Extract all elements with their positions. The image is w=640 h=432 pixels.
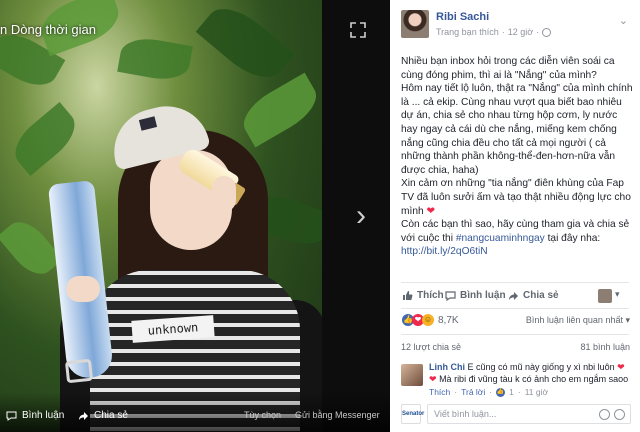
post-link[interactable]: http://bit.ly/2qO6tiN bbox=[401, 246, 488, 257]
comment-input[interactable]: Viết bình luận... bbox=[427, 404, 631, 424]
like-button[interactable]: Thích bbox=[402, 290, 444, 301]
globe-icon bbox=[542, 27, 552, 37]
comment-sort-dropdown[interactable]: Bình luận liên quan nhất ▾ bbox=[526, 315, 630, 326]
hand bbox=[212, 176, 236, 212]
leaf bbox=[235, 72, 322, 148]
comment-button[interactable]: Bình luận bbox=[445, 290, 506, 301]
comment-icon bbox=[445, 290, 456, 301]
comment-item: Linh Chi E cũng có mũ này giống y xì nbi… bbox=[401, 362, 631, 398]
comment-reply-link[interactable]: Trả lời bbox=[461, 387, 485, 397]
page-avatar[interactable] bbox=[598, 289, 612, 303]
post-sidebar: Ribi Sachi Trang bạn thích · 12 giờ · ⌄ … bbox=[390, 0, 640, 432]
viewer-options-label: Tùy chọn bbox=[244, 410, 282, 420]
camera-icon[interactable] bbox=[614, 409, 625, 420]
comment-body: E cũng có mũ này giống y xì nbi luôn bbox=[467, 362, 615, 372]
send-messenger-button[interactable]: Gửi bằng Messenger bbox=[295, 410, 380, 420]
post-paragraph: Nhiều bạn inbox hỏi trong các diễn viên … bbox=[401, 56, 615, 81]
comment-icon bbox=[6, 411, 17, 421]
meta-separator: · bbox=[517, 387, 521, 397]
meta-page: Trang bạn thích bbox=[436, 27, 499, 37]
comment-composer: Senator Viết bình luận... bbox=[401, 402, 631, 426]
like-label: Thích bbox=[417, 290, 444, 301]
post-paragraph: Xin cảm ơn những "tia nắng" điên khùng c… bbox=[401, 177, 633, 218]
viewer-comment-button[interactable]: Bình luận bbox=[6, 410, 64, 421]
heart-icon: ❤ bbox=[617, 362, 625, 372]
share-label: Chia sẻ bbox=[523, 290, 559, 301]
viewer-share-label: Chia sẻ bbox=[94, 410, 128, 421]
like-reaction-icon: 👍 bbox=[496, 387, 506, 397]
share-icon bbox=[79, 411, 88, 420]
photo-viewer: unknown n Dòng thời gian › Bình luận Chi… bbox=[0, 0, 390, 432]
author-name[interactable]: Ribi Sachi bbox=[436, 11, 489, 23]
thumbs-up-icon bbox=[403, 291, 413, 300]
emoji-icon[interactable] bbox=[599, 409, 610, 420]
viewer-comment-label: Bình luận bbox=[22, 410, 65, 421]
author-avatar[interactable] bbox=[401, 10, 429, 38]
divider bbox=[401, 334, 629, 335]
post-header: Ribi Sachi Trang bạn thích · 12 giờ · ⌄ bbox=[390, 0, 640, 42]
share-count[interactable]: 12 lượt chia sẻ bbox=[401, 342, 461, 352]
comment-body: Mà ribi đi vũng tàu k có ảnh cho em ngắm… bbox=[439, 373, 629, 384]
hashtag-link[interactable]: #nangcuaminhngay bbox=[456, 233, 545, 244]
engagement-counts: 12 lượt chia sẻ 81 bình luận bbox=[390, 342, 640, 356]
comment-sort-label: Bình luận liên quan nhất bbox=[525, 315, 623, 325]
divider bbox=[401, 282, 629, 283]
post-paragraph-text: Xin cảm ơn những "tia nắng" điên khùng c… bbox=[401, 178, 631, 217]
viewer-toolbar: Bình luận Chia sẻ Tùy chọn Gửi bằng Mess… bbox=[0, 392, 390, 432]
current-user-avatar: Senator bbox=[401, 404, 424, 424]
composer-icons bbox=[599, 409, 625, 420]
comment-count[interactable]: 81 bình luận bbox=[580, 342, 630, 352]
meta-separator: · bbox=[454, 387, 458, 397]
post-time[interactable]: 12 giờ bbox=[508, 27, 533, 37]
haha-reaction-icon[interactable]: ☺ bbox=[422, 314, 434, 326]
post-actions: Thích Bình luận Chia sẻ ▾ bbox=[390, 286, 640, 306]
post-paragraph: http://bit.ly/2qO6tiN bbox=[401, 245, 633, 259]
divider bbox=[401, 308, 629, 309]
leaf bbox=[195, 0, 295, 90]
post-text: Nhiều bạn inbox hỏi trong các diễn viên … bbox=[401, 55, 633, 259]
comment-like-link[interactable]: Thích bbox=[429, 387, 450, 397]
comment-like-count[interactable]: 1 bbox=[509, 387, 514, 397]
leaf bbox=[5, 101, 85, 177]
umbrella-handle bbox=[64, 358, 94, 384]
viewer-share-button[interactable]: Chia sẻ bbox=[78, 410, 128, 421]
share-button[interactable]: Chia sẻ bbox=[508, 290, 559, 301]
post-paragraph: Hôm nay tiết lộ luôn, thật ra "Nắng" của… bbox=[401, 83, 633, 176]
comment-text: Linh Chi E cũng có mũ này giống y xì nbi… bbox=[429, 362, 631, 385]
post-meta: Trang bạn thích · 12 giờ · bbox=[436, 27, 552, 37]
heart-icon: ❤ bbox=[426, 205, 436, 217]
send-messenger-label: Gửi bằng Messenger bbox=[295, 410, 380, 420]
chevron-down-icon[interactable]: ⌄ bbox=[619, 14, 628, 27]
next-photo-arrow[interactable]: › bbox=[356, 201, 376, 231]
meta-separator: · bbox=[536, 27, 540, 37]
viewer-title: n Dòng thời gian bbox=[0, 22, 96, 37]
commenter-avatar[interactable] bbox=[401, 364, 423, 386]
reaction-summary: 👍 ❤ ☺ 8,7K Bình luận liên quan nhất ▾ bbox=[390, 312, 640, 330]
comment-meta: Thích · Trả lời · 👍 1 · 11 giờ bbox=[429, 387, 548, 397]
viewer-options-button[interactable]: Tùy chọn bbox=[244, 410, 281, 420]
meta-separator: · bbox=[489, 387, 493, 397]
hand bbox=[66, 276, 100, 302]
post-paragraph-text: tại đây nha: bbox=[544, 232, 601, 244]
leaf bbox=[117, 34, 193, 84]
share-icon bbox=[509, 291, 518, 300]
reaction-count[interactable]: 8,7K bbox=[438, 315, 459, 326]
heart-icon: ❤ bbox=[429, 373, 437, 384]
comment-label: Bình luận bbox=[460, 290, 506, 301]
commenter-name[interactable]: Linh Chi bbox=[429, 362, 465, 372]
caret-down-icon[interactable]: ▾ bbox=[615, 289, 620, 300]
expand-icon[interactable] bbox=[350, 22, 366, 38]
post-paragraph: Còn các bạn thì sao, hãy cùng tham gia v… bbox=[401, 218, 633, 245]
photo[interactable]: unknown bbox=[0, 0, 322, 432]
comment-input-placeholder: Viết bình luận... bbox=[434, 409, 497, 419]
comment-time[interactable]: 11 giờ bbox=[525, 387, 548, 397]
meta-separator: · bbox=[501, 27, 505, 37]
